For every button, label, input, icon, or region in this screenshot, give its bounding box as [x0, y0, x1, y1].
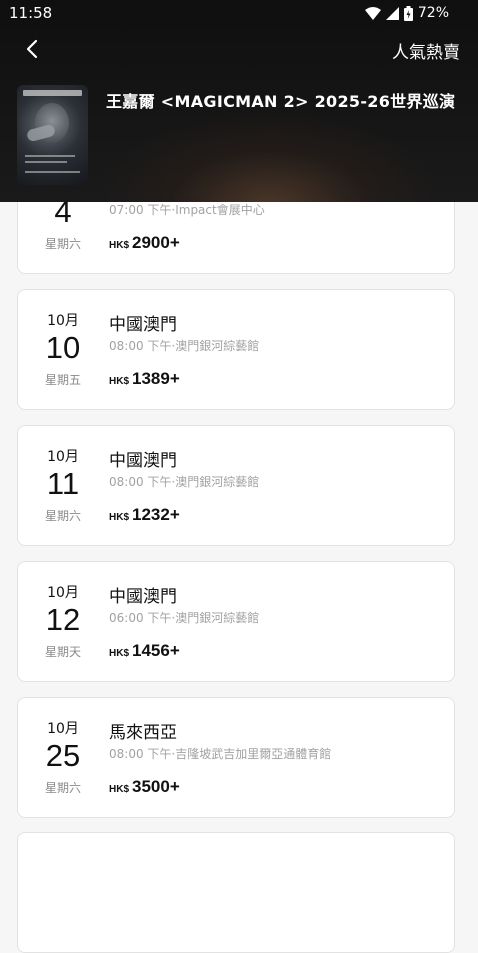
price-currency: HK$	[109, 784, 130, 795]
event-month: 10月	[47, 721, 79, 737]
price-currency: HK$	[109, 512, 130, 523]
price-currency: HK$	[109, 240, 130, 251]
status-bar: 11:58 72%	[0, 0, 478, 28]
event-weekday: 星期六	[44, 237, 81, 251]
event-card[interactable]: 10月 10 星期五 中國澳門 08:00 下午·澳門銀河綜藝館 HK$ 138…	[17, 289, 455, 410]
status-time: 11:58	[9, 4, 53, 22]
event-weekday: 星期五	[44, 373, 81, 387]
event-time-venue: 07:00 下午·Impact會展中心	[109, 203, 265, 217]
popular-tag: 人氣熱賣	[392, 43, 460, 63]
battery-icon	[403, 5, 413, 21]
event-card[interactable]: 10月 12 星期天 中國澳門 06:00 下午·澳門銀河綜藝館 HK$ 145…	[17, 561, 455, 682]
event-weekday: 星期天	[44, 645, 81, 659]
price-amount: 1232+	[132, 505, 180, 524]
event-time-venue: 06:00 下午·澳門銀河綜藝館	[109, 611, 260, 625]
event-city: 馬來西亞	[109, 723, 177, 743]
event-weekday: 星期六	[44, 509, 81, 523]
price-amount: 1389+	[132, 369, 180, 388]
event-card[interactable]: 10月 25 星期六 馬來西亞 08:00 下午·吉隆坡武吉加里爾亞通體育館 H…	[17, 697, 455, 818]
event-price: HK$ 2900+	[109, 233, 180, 253]
event-city: 中國澳門	[109, 315, 177, 335]
event-weekday: 星期六	[44, 781, 81, 795]
back-button[interactable]	[18, 35, 46, 63]
signal-icon	[385, 6, 399, 20]
chevron-left-icon	[26, 39, 38, 59]
event-month: 10月	[47, 449, 79, 465]
event-time-venue: 08:00 下午·澳門銀河綜藝館	[109, 475, 260, 489]
event-price: HK$ 3500+	[109, 777, 180, 797]
price-currency: HK$	[109, 376, 130, 387]
event-title: 王嘉爾 <MAGICMAN 2> 2025-26世界巡演	[106, 92, 456, 111]
event-day: 25	[45, 738, 81, 773]
price-amount: 2900+	[132, 233, 180, 252]
event-price: HK$ 1232+	[109, 505, 180, 525]
price-amount: 3500+	[132, 777, 180, 796]
event-poster	[17, 85, 88, 185]
event-price: HK$ 1456+	[109, 641, 180, 661]
event-month: 10月	[47, 313, 79, 329]
wifi-icon	[364, 6, 381, 20]
price-amount: 1456+	[132, 641, 180, 660]
event-city: 中國澳門	[109, 587, 177, 607]
event-header: 11:58 72% 人氣熱賣 王嘉爾 <MAGICMAN 2> 2025-26世…	[0, 0, 478, 202]
event-time-venue: 08:00 下午·吉隆坡武吉加里爾亞通體育館	[109, 747, 332, 761]
event-card[interactable]: 10月 11 星期六 中國澳門 08:00 下午·澳門銀河綜藝館 HK$ 123…	[17, 425, 455, 546]
event-time-venue: 08:00 下午·澳門銀河綜藝館	[109, 339, 260, 353]
status-icons: 72%	[364, 5, 449, 21]
event-city: 中國澳門	[109, 451, 177, 471]
event-price: HK$ 1389+	[109, 369, 180, 389]
battery-percentage: 72%	[417, 5, 449, 21]
event-day: 12	[45, 602, 81, 637]
price-currency: HK$	[109, 648, 130, 659]
event-day: 10	[45, 330, 81, 365]
event-month: 10月	[47, 585, 79, 601]
event-card[interactable]	[17, 832, 455, 953]
event-day: 11	[46, 466, 80, 501]
